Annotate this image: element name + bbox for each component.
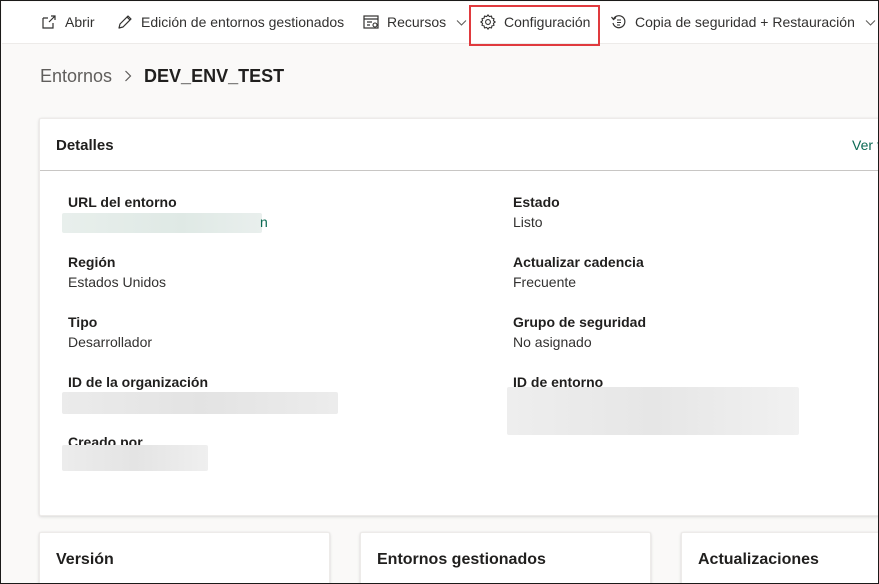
app-window: Abrir Edición de entornos gestionados Re… bbox=[0, 0, 879, 584]
managed-environments-card: Entornos gestionados bbox=[360, 532, 651, 583]
status-label: Estado bbox=[513, 194, 560, 210]
type-label: Tipo bbox=[68, 314, 98, 330]
pencil-icon bbox=[118, 15, 132, 29]
breadcrumb-root-link[interactable]: Entornos bbox=[40, 66, 112, 87]
details-card-header: Detalles Ver t bbox=[40, 119, 878, 171]
command-bar: Abrir Edición de entornos gestionados Re… bbox=[2, 2, 878, 44]
organization-id-label: ID de la organización bbox=[68, 374, 209, 390]
update-cadence-label: Actualizar cadencia bbox=[513, 254, 644, 270]
created-by-redacted bbox=[62, 445, 208, 471]
chevron-down-icon bbox=[865, 19, 876, 26]
environment-id-redacted bbox=[507, 387, 799, 435]
update-cadence-value: Frecuente bbox=[513, 274, 577, 290]
resources-label: Recursos bbox=[387, 14, 447, 30]
details-card: Detalles Ver t URL del entorno n Región … bbox=[39, 118, 878, 516]
updates-card: Actualizaciones bbox=[681, 532, 878, 583]
gear-icon bbox=[480, 14, 496, 30]
managed-environments-card-title: Entornos gestionados bbox=[377, 551, 546, 568]
breadcrumb: Entornos DEV_ENV_TEST bbox=[40, 64, 284, 88]
settings-label: Configuración bbox=[504, 14, 591, 30]
security-group-label: Grupo de seguridad bbox=[513, 314, 647, 330]
details-title: Detalles bbox=[56, 137, 114, 154]
chevron-down-icon bbox=[456, 19, 467, 26]
region-label: Región bbox=[68, 254, 116, 270]
open-external-icon bbox=[42, 15, 56, 29]
backup-restore-icon bbox=[611, 15, 626, 29]
edit-managed-environments-label: Edición de entornos gestionados bbox=[141, 14, 345, 30]
settings-button[interactable]: Configuración bbox=[479, 2, 590, 42]
version-card: Versión bbox=[39, 532, 330, 583]
type-value: Desarrollador bbox=[68, 334, 153, 350]
status-value: Listo bbox=[513, 214, 543, 230]
version-card-title: Versión bbox=[56, 551, 114, 568]
page-title: DEV_ENV_TEST bbox=[144, 65, 285, 86]
security-group-value: No asignado bbox=[513, 334, 592, 350]
resources-menu-button[interactable]: Recursos bbox=[362, 2, 467, 42]
updates-card-title: Actualizaciones bbox=[698, 551, 819, 568]
environment-url-label: URL del entorno bbox=[68, 194, 177, 210]
edit-managed-environments-button[interactable]: Edición de entornos gestionados bbox=[116, 2, 344, 42]
chevron-right-icon bbox=[125, 70, 132, 82]
environment-url-value[interactable]: n bbox=[260, 214, 268, 230]
backup-restore-menu-button[interactable]: Copia de seguridad + Restauración bbox=[610, 2, 876, 42]
resources-icon bbox=[363, 15, 379, 29]
see-all-link[interactable]: Ver t bbox=[852, 137, 878, 153]
organization-id-redacted bbox=[62, 392, 338, 414]
open-button[interactable]: Abrir bbox=[40, 2, 95, 42]
open-button-label: Abrir bbox=[65, 14, 95, 30]
backup-restore-label: Copia de seguridad + Restauración bbox=[635, 14, 855, 30]
environment-url-redacted bbox=[62, 213, 262, 233]
region-value: Estados Unidos bbox=[68, 274, 167, 290]
